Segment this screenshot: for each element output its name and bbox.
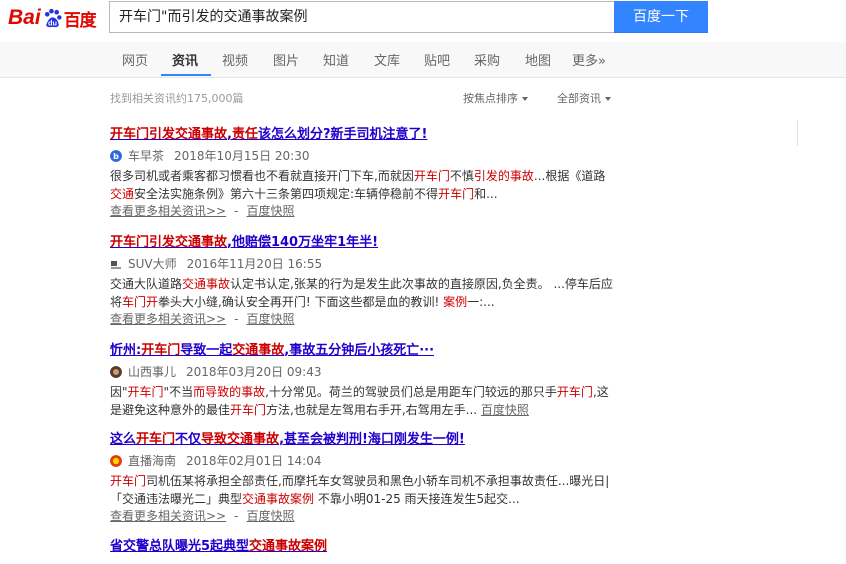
paw-logo-icon: du <box>44 8 62 27</box>
result-title-link[interactable]: 开车门引发交通事故,他赔偿140万坐牢1年半! <box>110 234 615 252</box>
sort-focus-dropdown[interactable]: 按焦点排序 <box>463 90 528 106</box>
highlighted-keyword: 案例 <box>443 295 468 309</box>
source-name: 车早茶 <box>128 149 165 163</box>
search-button[interactable]: 百度一下 <box>614 1 708 33</box>
suv-icon <box>111 261 121 269</box>
result-item: 忻州:开车门导致一起交通事故,事故五分钟后小孩死亡··· 山西事儿 2018年0… <box>110 342 615 419</box>
result-item: 开车门引发交通事故,责任该怎么划分?新手司机注意了! b 车早茶 2018年10… <box>110 126 615 219</box>
top-bar: Bai du 百度 开车门"而引发的交通事故案例 百度一下 <box>0 0 846 34</box>
result-source: 山西事儿 2018年03月20日 09:43 <box>110 364 615 380</box>
result-source: SUV大师 2016年11月20日 16:55 <box>110 256 615 272</box>
caret-down-icon <box>522 97 528 101</box>
publish-date: 2018年03月20日 09:43 <box>186 365 322 379</box>
svg-text:b: b <box>113 152 119 161</box>
vertical-nav: 网页 资讯 视频 图片 知道 文库 贴吧 采购 地图 更多» <box>0 42 846 78</box>
active-tab-indicator <box>161 74 211 76</box>
tab-more[interactable]: 更多» <box>572 50 606 69</box>
baidu-logo[interactable]: Bai du 百度 <box>8 6 97 31</box>
highlighted-keyword: 开车门 <box>141 343 181 358</box>
separator: - <box>234 509 239 523</box>
result-item: 开车门引发交通事故,他赔偿140万坐牢1年半! SUV大师 2016年11月20… <box>110 234 615 327</box>
logo-text-left: Bai <box>8 6 41 29</box>
highlighted-keyword: 开车门 <box>438 187 475 201</box>
separator: - <box>234 204 239 218</box>
result-title-link[interactable]: 开车门引发交通事故,责任该怎么划分?新手司机注意了! <box>110 126 615 144</box>
sort-focus-label: 按焦点排序 <box>463 92 518 105</box>
separator: - <box>234 312 239 326</box>
more-news-link[interactable]: 查看更多相关资讯>> <box>110 509 226 523</box>
result-links: 查看更多相关资讯>> - 百度快照 <box>110 508 615 524</box>
tab-map[interactable]: 地图 <box>525 50 551 69</box>
result-links: 查看更多相关资讯>> - 百度快照 <box>110 203 615 219</box>
shanxi-icon <box>110 366 122 378</box>
highlighted-keyword: 开车门 <box>413 169 450 183</box>
car-icon: b <box>110 150 122 162</box>
source-name: 山西事儿 <box>128 365 177 379</box>
highlighted-keyword: 交通事故 <box>182 277 231 291</box>
tab-news[interactable]: 资讯 <box>172 50 198 69</box>
result-count: 找到相关资讯约175,000篇 <box>110 92 244 105</box>
result-item: 这么开车门不仅导致交通事故,甚至会被判刑!海口刚发生一例! 直播海南 2018年… <box>110 431 615 524</box>
highlighted-keyword: 交通事故 <box>232 343 285 358</box>
result-links: 查看更多相关资讯>> - 百度快照 <box>110 311 615 327</box>
haikou-icon <box>110 455 122 467</box>
result-abstract: 开车门司机伍某将承担全部责任,而摩托车女驾驶员和黑色小轿车司机不承担事故责任..… <box>110 474 610 506</box>
highlighted-keyword: 开车门 <box>556 385 593 399</box>
filter-all-label: 全部资讯 <box>557 92 601 105</box>
result-title-link[interactable]: 这么开车门不仅导致交通事故,甚至会被判刑!海口刚发生一例! <box>110 431 615 449</box>
highlighted-keyword: 开车门引发交通事故 <box>110 127 228 142</box>
more-news-link[interactable]: 查看更多相关资讯>> <box>110 312 226 326</box>
publish-date: 2018年02月01日 14:04 <box>186 454 322 468</box>
result-title-link[interactable]: 忻州:开车门导致一起交通事故,事故五分钟后小孩死亡··· <box>110 342 615 360</box>
snapshot-link[interactable]: 百度快照 <box>246 509 294 523</box>
result-abstract: 很多司机或者乘客都习惯看也不看就直接开门下车,而就因开车门不慎引发的事故...根… <box>110 169 606 201</box>
highlighted-keyword: 开车门 <box>110 474 147 488</box>
result-item: 省交警总队曝光5起典型交通事故案例 <box>110 538 615 556</box>
highlighted-keyword: 交通事故案例 <box>242 492 315 506</box>
svg-text:du: du <box>48 18 57 27</box>
tab-purchase[interactable]: 采购 <box>474 50 500 69</box>
tab-images[interactable]: 图片 <box>273 50 299 69</box>
highlighted-keyword: 开车门 <box>230 403 267 417</box>
filter-all-dropdown[interactable]: 全部资讯 <box>557 90 611 106</box>
highlighted-keyword: 交通 <box>110 187 135 201</box>
search-input[interactable]: 开车门"而引发的交通事故案例 <box>109 1 614 33</box>
caret-down-icon <box>605 97 611 101</box>
publish-date: 2018年10月15日 20:30 <box>174 149 310 163</box>
tab-tieba[interactable]: 贴吧 <box>424 50 450 69</box>
tab-zhidao[interactable]: 知道 <box>323 50 349 69</box>
more-news-link[interactable]: 查看更多相关资讯>> <box>110 204 226 218</box>
snapshot-link[interactable]: 百度快照 <box>246 204 294 218</box>
highlighted-keyword: 开车门引发交通事故 <box>110 235 228 250</box>
logo-text-right: 百度 <box>63 10 97 31</box>
highlighted-keyword: 而导致的事故 <box>193 385 266 399</box>
highlighted-keyword: 开车门 <box>136 432 176 447</box>
result-source: b 车早茶 2018年10月15日 20:30 <box>110 148 615 164</box>
result-abstract: 因"开车门"不当而导致的事故,十分常见。荷兰的驾驶员们总是用距车门较远的那只手开… <box>110 385 609 417</box>
highlighted-keyword: 导致交通事故 <box>201 432 280 447</box>
source-name: SUV大师 <box>128 257 177 271</box>
publish-date: 2016年11月20日 16:55 <box>186 257 323 271</box>
result-source: 直播海南 2018年02月01日 14:04 <box>110 453 615 469</box>
highlighted-keyword: 引发的事故 <box>473 169 534 183</box>
snapshot-link[interactable]: 百度快照 <box>246 312 294 326</box>
source-name: 直播海南 <box>128 454 177 468</box>
tab-wenku[interactable]: 文库 <box>374 50 400 69</box>
result-abstract: 交通大队道路交通事故认定书认定,张某的行为是发生此次事故的直接原因,负全责。 .… <box>110 277 613 309</box>
highlighted-keyword: 车门开 <box>122 295 159 309</box>
tab-web[interactable]: 网页 <box>122 50 148 69</box>
highlighted-keyword: 交通事故案例 <box>249 539 328 554</box>
result-title-link[interactable]: 省交警总队曝光5起典型交通事故案例 <box>110 538 615 556</box>
snapshot-link[interactable]: 百度快照 <box>481 403 529 417</box>
right-divider <box>797 120 798 146</box>
tab-video[interactable]: 视频 <box>222 50 248 69</box>
highlighted-keyword: 责任 <box>231 127 258 142</box>
highlighted-keyword: 开车门 <box>127 385 164 399</box>
